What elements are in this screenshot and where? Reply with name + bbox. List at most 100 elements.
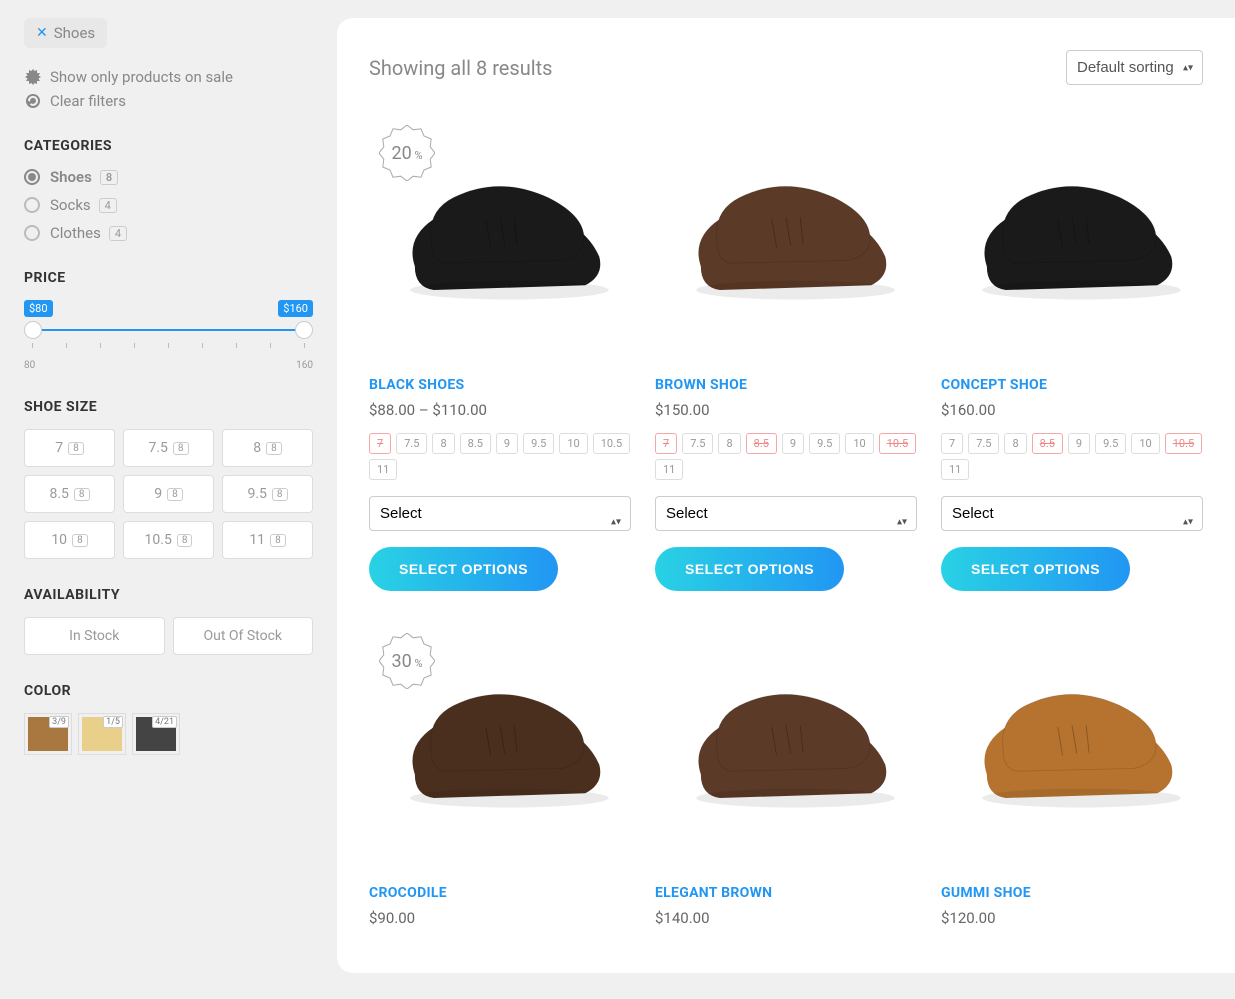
price-min-label: $80	[24, 300, 53, 317]
product-image[interactable]: 20 %	[369, 115, 631, 361]
product-size-chip[interactable]: 9.5	[523, 433, 554, 454]
product-size-chip[interactable]: 9	[1068, 433, 1090, 454]
product-size-chip[interactable]: 8.5	[746, 433, 777, 454]
product-card: 30 % CROCODILE $90.00	[369, 623, 631, 941]
product-title[interactable]: BROWN SHOE	[655, 377, 917, 393]
filter-chip-shoes[interactable]: ✕ Shoes	[24, 18, 107, 48]
product-image[interactable]	[941, 623, 1203, 869]
chip-label: Shoes	[54, 24, 95, 42]
product-sizes: 77.58 8.599.510 10.5 11	[655, 433, 917, 480]
product-size-chip[interactable]: 8.5	[460, 433, 491, 454]
product-size-chip[interactable]: 11	[655, 459, 683, 480]
product-title[interactable]: GUMMI SHOE	[941, 885, 1203, 901]
size-count: 8	[167, 488, 183, 501]
category-label: Clothes	[50, 224, 101, 242]
product-image[interactable]	[941, 115, 1203, 361]
product-title[interactable]: BLACK SHOES	[369, 377, 631, 393]
product-size-chip[interactable]: 7.5	[682, 433, 713, 454]
product-title[interactable]: ELEGANT BROWN	[655, 885, 917, 901]
product-size-chip[interactable]: 10	[845, 433, 873, 454]
product-price: $140.00	[655, 909, 917, 927]
product-size-chip[interactable]: 9	[496, 433, 518, 454]
size-filter-9.5[interactable]: 9.58	[222, 475, 313, 513]
product-size-chip[interactable]: 7	[941, 433, 963, 454]
product-variant-select[interactable]: Select	[655, 496, 917, 531]
size-filter-8.5[interactable]: 8.58	[24, 475, 115, 513]
select-options-button[interactable]: SELECT OPTIONS	[655, 547, 844, 591]
product-variant-select[interactable]: Select	[941, 496, 1203, 531]
size-value: 10.5	[145, 532, 172, 548]
category-socks[interactable]: Socks 4	[24, 196, 313, 214]
product-variant-select[interactable]: Select	[369, 496, 631, 531]
size-filter-7[interactable]: 78	[24, 429, 115, 467]
size-count: 8	[272, 488, 288, 501]
show-sale-link[interactable]: Show only products on sale	[24, 68, 313, 86]
size-filter-10[interactable]: 108	[24, 521, 115, 559]
sale-badge: 30 %	[379, 633, 435, 689]
price-slider[interactable]: $80 $160 80 160	[24, 300, 313, 371]
select-options-button[interactable]: SELECT OPTIONS	[369, 547, 558, 591]
size-filter-8[interactable]: 88	[222, 429, 313, 467]
product-size-chip[interactable]: 9.5	[1095, 433, 1126, 454]
product-sizes: 77.58 8.599.510 10.5 11	[369, 433, 631, 480]
product-size-chip[interactable]: 11	[941, 459, 969, 480]
product-image[interactable]	[655, 115, 917, 361]
color-swatch[interactable]: 3/9	[24, 713, 72, 755]
product-size-chip[interactable]: 8	[718, 433, 740, 454]
product-price: $90.00	[369, 909, 631, 927]
product-size-chip[interactable]: 7	[369, 433, 391, 454]
clear-filters-link[interactable]: Clear filters	[24, 92, 313, 110]
sale-badge: 20 %	[379, 125, 435, 181]
color-swatch[interactable]: 4/21	[132, 713, 180, 755]
sale-label: Show only products on sale	[50, 68, 233, 86]
size-value: 9	[154, 486, 162, 502]
size-count: 8	[266, 442, 282, 455]
size-filter-10.5[interactable]: 10.58	[123, 521, 214, 559]
product-size-chip[interactable]: 7.5	[968, 433, 999, 454]
size-value: 9.5	[247, 486, 266, 502]
size-filter-9[interactable]: 98	[123, 475, 214, 513]
size-value: 11	[249, 532, 265, 548]
product-size-chip[interactable]: 8	[432, 433, 454, 454]
product-card: ELEGANT BROWN $140.00	[655, 623, 917, 941]
product-size-chip[interactable]: 11	[369, 459, 397, 480]
slider-handle-max[interactable]	[295, 321, 313, 339]
product-image[interactable]	[655, 623, 917, 869]
color-swatch[interactable]: 1/5	[78, 713, 126, 755]
size-filter-7.5[interactable]: 7.58	[123, 429, 214, 467]
size-count: 8	[74, 488, 90, 501]
product-size-chip[interactable]: 10.5	[879, 433, 916, 454]
product-size-chip[interactable]: 10.5	[593, 433, 630, 454]
product-size-chip[interactable]: 10	[1131, 433, 1159, 454]
sort-select[interactable]: Default sorting	[1066, 50, 1203, 85]
product-size-chip[interactable]: 7	[655, 433, 677, 454]
color-count: 1/5	[103, 716, 123, 728]
size-filter-11[interactable]: 11 8	[222, 521, 313, 559]
in-stock-button[interactable]: In Stock	[24, 617, 165, 655]
size-count: 8	[68, 442, 84, 455]
product-size-chip[interactable]: 10	[559, 433, 587, 454]
product-image[interactable]: 30 %	[369, 623, 631, 869]
product-size-chip[interactable]: 9	[782, 433, 804, 454]
category-count: 8	[100, 170, 118, 185]
product-size-chip[interactable]: 9.5	[809, 433, 840, 454]
product-size-chip[interactable]: 7.5	[396, 433, 427, 454]
product-size-chip[interactable]: 10.5	[1165, 433, 1202, 454]
size-value: 7	[55, 440, 63, 456]
category-shoes[interactable]: Shoes 8	[24, 168, 313, 186]
category-count: 4	[109, 226, 127, 241]
product-size-chip[interactable]: 8.5	[1032, 433, 1063, 454]
product-title[interactable]: CONCEPT SHOE	[941, 377, 1203, 393]
price-heading: PRICE	[24, 270, 313, 286]
select-options-button[interactable]: SELECT OPTIONS	[941, 547, 1130, 591]
product-title[interactable]: CROCODILE	[369, 885, 631, 901]
size-value: 10	[51, 532, 67, 548]
category-count: 4	[99, 198, 117, 213]
slider-handle-min[interactable]	[24, 321, 42, 339]
close-icon[interactable]: ✕	[36, 25, 48, 41]
product-card: 20 % BLACK SHOES $88.00 – $110.00 77.588…	[369, 115, 631, 591]
category-clothes[interactable]: Clothes 4	[24, 224, 313, 242]
size-count: 8	[270, 534, 286, 547]
out-of-stock-button[interactable]: Out Of Stock	[173, 617, 314, 655]
product-size-chip[interactable]: 8	[1004, 433, 1026, 454]
